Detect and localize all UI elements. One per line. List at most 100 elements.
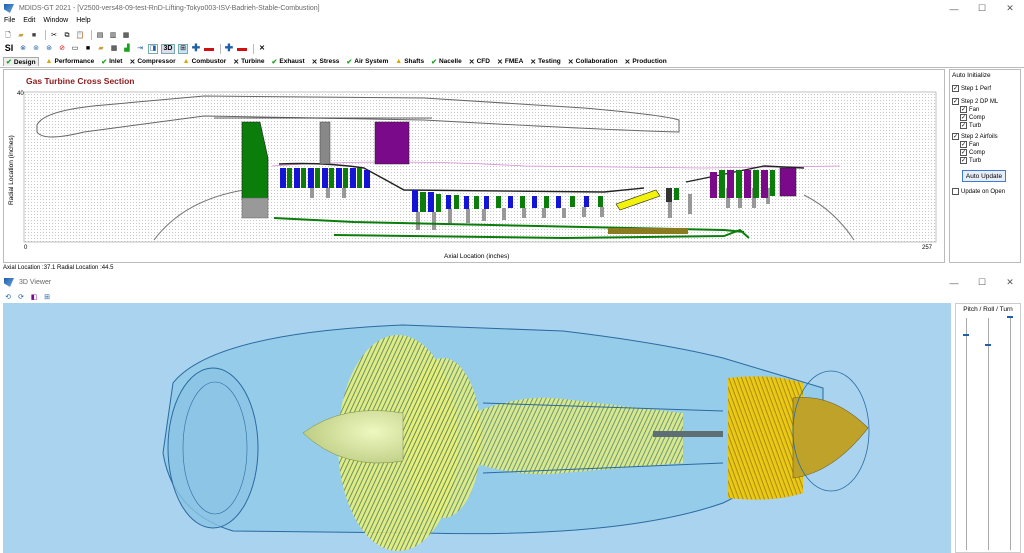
- minimize-button[interactable]: —: [940, 0, 968, 17]
- new-file-icon[interactable]: 🗋: [3, 30, 13, 40]
- checkbox-checked-icon: ✓: [960, 106, 967, 113]
- tab-air-system[interactable]: ✔ Air System: [346, 58, 388, 66]
- tab-compressor[interactable]: ✕ Compressor: [129, 58, 175, 66]
- roll-slider[interactable]: [985, 318, 991, 550]
- y-axis-max: 40: [17, 91, 24, 97]
- cascade-icon[interactable]: ▥: [108, 30, 118, 40]
- x-axis-max: 257: [922, 245, 933, 251]
- menu-help[interactable]: Help: [76, 17, 90, 28]
- turn-slider-thumb[interactable]: [1007, 316, 1013, 318]
- reset-view-icon[interactable]: ⟲: [3, 292, 13, 302]
- cross-icon: ✕: [233, 58, 240, 66]
- checkbox-unchecked-icon: [952, 188, 959, 195]
- step2-turb-checkbox[interactable]: ✓ Turb: [960, 122, 1018, 129]
- app-logo-icon: [4, 278, 14, 287]
- tab-collaboration[interactable]: ✕ Collaboration: [568, 58, 618, 66]
- viewer-minimize-button[interactable]: —: [940, 274, 968, 291]
- cross-icon: ✕: [468, 58, 475, 66]
- airfoils-fan-checkbox[interactable]: ✓ Fan: [960, 141, 1018, 148]
- view-3d-button[interactable]: 3D: [161, 43, 175, 54]
- cross-section-view-icon[interactable]: ◨: [148, 43, 158, 54]
- tile-vertical-icon[interactable]: ▦: [121, 30, 131, 40]
- engine-compressor-icon[interactable]: ⊚: [31, 44, 41, 54]
- turbine-exit-guide-vane: [779, 167, 797, 197]
- section-view-icon[interactable]: ◧: [29, 292, 39, 302]
- engine-front-icon[interactable]: ⊗: [18, 44, 28, 54]
- viewer-maximize-button[interactable]: ☐: [968, 274, 996, 291]
- tab-turbine[interactable]: ✕ Turbine: [233, 58, 264, 66]
- turn-slider[interactable]: [1007, 316, 1013, 550]
- tab-combustor[interactable]: ▲ Combustor: [183, 58, 227, 65]
- checkbox-checked-icon: ✓: [952, 85, 959, 92]
- step1-perf-checkbox[interactable]: ✓ Step 1 Perf: [952, 85, 1018, 92]
- menu-bar: File Edit Window Help: [0, 17, 1024, 28]
- save-icon[interactable]: ■: [29, 30, 39, 40]
- tab-shafts[interactable]: ▲ Shafts: [395, 58, 424, 65]
- step2-dp-ml-checkbox[interactable]: ✓ Step 2 DP ML: [952, 98, 1018, 105]
- step2-airfoils-checkbox[interactable]: ✓ Step 2 Airfoils: [952, 133, 1018, 140]
- add-stage-icon[interactable]: ✚: [191, 43, 201, 54]
- cross-icon: ✕: [129, 58, 136, 66]
- panel-header: Pitch / Roll / Turn: [963, 306, 1013, 313]
- close-button[interactable]: ✕: [996, 0, 1024, 17]
- add-blade-icon[interactable]: ✚: [224, 43, 234, 54]
- airfoils-comp-checkbox[interactable]: ✓ Comp: [960, 149, 1018, 156]
- import-icon[interactable]: ⇥: [135, 44, 145, 54]
- tab-cfd[interactable]: ✕ CFD: [469, 58, 490, 66]
- bearing-housing: [608, 228, 688, 234]
- tab-inlet[interactable]: ✔ Inlet: [101, 58, 122, 66]
- auto-update-button[interactable]: Auto Update: [962, 170, 1006, 182]
- close-design-icon[interactable]: ✕: [257, 44, 267, 54]
- grid-view-icon[interactable]: ⊞: [42, 292, 52, 302]
- engine-3d-view[interactable]: [3, 303, 951, 553]
- tab-nacelle[interactable]: ✔ Nacelle: [431, 58, 462, 66]
- grid-toggle-icon[interactable]: ⊞: [178, 43, 188, 54]
- airfoils-turb-checkbox[interactable]: ✓ Turb: [960, 157, 1018, 164]
- roll-slider-thumb[interactable]: [985, 344, 991, 346]
- menu-file[interactable]: File: [4, 17, 15, 28]
- open-design-icon[interactable]: ▰: [96, 44, 106, 54]
- main-title-bar[interactable]: MDIDS-GT 2021 - [V2500-vers48-09-test-Rn…: [0, 0, 1024, 17]
- paste-icon[interactable]: 📋: [75, 30, 85, 40]
- bar-chart-icon[interactable]: ▟: [122, 44, 132, 54]
- engine-turbine-icon[interactable]: ⊛: [44, 44, 54, 54]
- save-design-icon[interactable]: ■: [83, 44, 93, 54]
- maximize-button[interactable]: ☐: [968, 0, 996, 17]
- pitch-slider[interactable]: [963, 318, 969, 550]
- viewer-title: 3D Viewer: [19, 279, 52, 286]
- copy-icon[interactable]: ⧉: [62, 30, 72, 40]
- pitch-slider-thumb[interactable]: [963, 334, 969, 336]
- cross-section-plot[interactable]: Gas Turbine Cross Section 40 0 257 Axial…: [3, 69, 945, 263]
- report-icon[interactable]: ▦: [109, 44, 119, 54]
- update-on-open-checkbox[interactable]: Update on Open: [952, 188, 1018, 195]
- engine-shaft: [653, 431, 723, 437]
- plot-title: Gas Turbine Cross Section: [26, 76, 134, 86]
- tab-testing[interactable]: ✕ Testing: [530, 58, 561, 66]
- remove-stage-icon[interactable]: ▬: [204, 43, 214, 54]
- step2-fan-checkbox[interactable]: ✓ Fan: [960, 106, 1018, 113]
- tab-production[interactable]: ✕ Production: [625, 58, 667, 66]
- units-si-button[interactable]: SI: [3, 44, 15, 54]
- checkbox-checked-icon: ✓: [960, 149, 967, 156]
- remove-blade-icon[interactable]: ▬: [237, 43, 247, 54]
- viewer-close-button[interactable]: ✕: [996, 274, 1024, 291]
- toolbar-file: 🗋 ▰ ■ ✂ ⧉ 📋 ▤ ▥ ▦: [0, 29, 1024, 41]
- viewer-window: 3D Viewer — ☐ ✕ ⟲ ⟳ ◧ ⊞ Pitch / Roll / T…: [0, 274, 1024, 553]
- window-icon[interactable]: ▭: [70, 44, 80, 54]
- tab-exhaust[interactable]: ✔ Exhaust: [272, 58, 305, 66]
- open-folder-icon[interactable]: ▰: [16, 30, 26, 40]
- step2-comp-checkbox[interactable]: ✓ Comp: [960, 114, 1018, 121]
- menu-window[interactable]: Window: [43, 17, 68, 28]
- cut-icon[interactable]: ✂: [49, 30, 59, 40]
- stop-icon[interactable]: ⊘: [57, 44, 67, 54]
- tab-performance[interactable]: ▲ Performance: [46, 58, 95, 65]
- tab-fmea[interactable]: ✕ FMEA: [497, 58, 523, 66]
- rotate-view-icon[interactable]: ⟳: [16, 292, 26, 302]
- tile-horizontal-icon[interactable]: ▤: [95, 30, 105, 40]
- main-window: MDIDS-GT 2021 - [V2500-vers48-09-test-Rn…: [0, 0, 1024, 274]
- menu-edit[interactable]: Edit: [23, 17, 35, 28]
- tab-design[interactable]: ✔ Design: [3, 57, 39, 66]
- tab-stress[interactable]: ✕ Stress: [312, 58, 340, 66]
- viewer-title-bar[interactable]: 3D Viewer — ☐ ✕: [0, 274, 1024, 291]
- hp-turbine-stage: [674, 188, 679, 200]
